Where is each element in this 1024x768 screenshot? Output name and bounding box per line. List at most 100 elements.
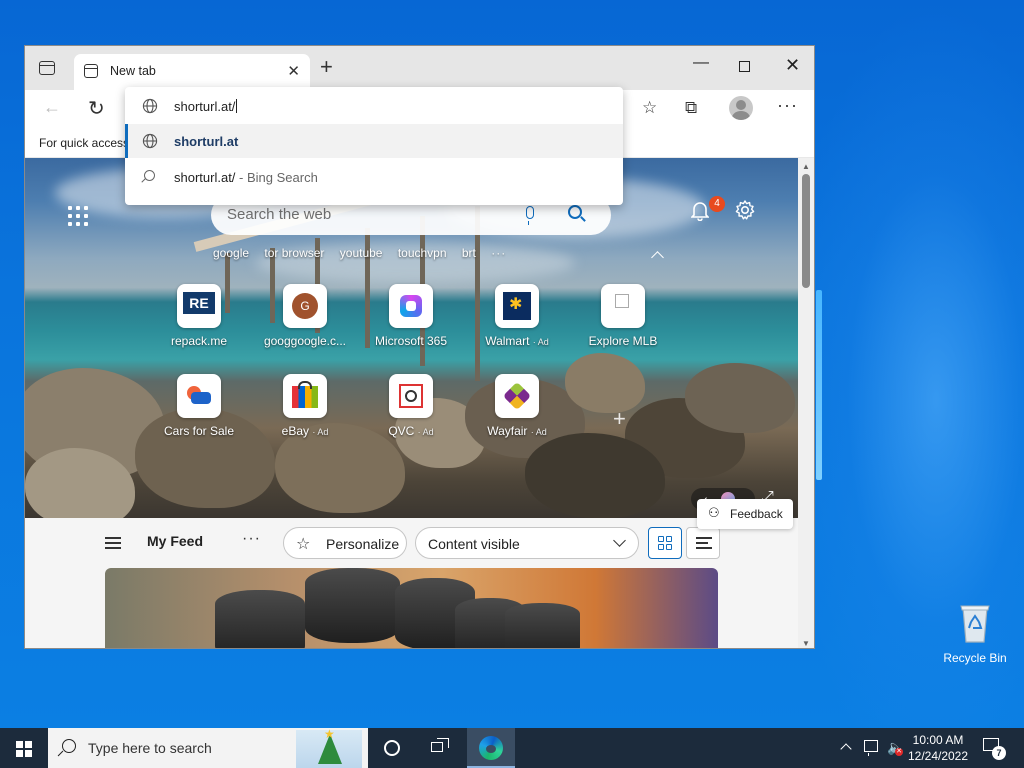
suggestion-url-text: shorturl.at: [174, 134, 239, 149]
notification-badge: 4: [709, 196, 725, 212]
suggestion-url[interactable]: shorturl.at: [125, 124, 623, 158]
tile-walmart[interactable]: ✱ Walmart · Ad: [472, 284, 562, 348]
suggestion-search-text: shorturl.at/: [174, 170, 236, 185]
feedback-button[interactable]: ⚇ Feedback: [697, 499, 793, 529]
feedback-person-icon: ⚇: [708, 505, 720, 520]
address-input[interactable]: shorturl.at/: [125, 89, 623, 123]
tile-wayfair[interactable]: Wayfair · Ad: [472, 374, 562, 438]
tab-close-icon[interactable]: ✕: [287, 62, 300, 80]
windows-start-icon[interactable]: [16, 741, 32, 757]
microsoft-365-icon: [389, 284, 433, 328]
sparkle-star-icon: ☆: [296, 536, 311, 553]
tile-label-text: Wayfair: [487, 424, 528, 438]
wallpaper-stripe: [816, 290, 822, 480]
repack-logo-text: RE: [183, 292, 215, 314]
tile-label: eBay · Ad: [260, 424, 350, 438]
tab-actions-icon[interactable]: [39, 61, 55, 75]
back-arrow-icon[interactable]: ←: [43, 97, 61, 118]
feed-more-icon[interactable]: ···: [242, 530, 261, 548]
action-center-icon[interactable]: 7: [983, 738, 1006, 760]
tile-cars-for-sale[interactable]: Cars for Sale: [154, 374, 244, 438]
personalize-label: Personalize: [326, 536, 400, 552]
suggestion-bing-search[interactable]: shorturl.at/ - Bing Search: [125, 160, 623, 194]
ad-label: · Ad: [530, 427, 547, 437]
scroll-up-icon[interactable]: ▲: [802, 162, 810, 171]
window-close-icon[interactable]: ✕: [785, 55, 800, 76]
my-feed-title[interactable]: My Feed: [147, 533, 203, 549]
tile-googgoogle[interactable]: G googgoogle.c...: [260, 284, 350, 348]
tile-label: Cars for Sale: [163, 424, 235, 438]
tile-repack-me[interactable]: RE repack.me: [154, 284, 244, 348]
feed-card-image[interactable]: [105, 568, 718, 648]
globe-icon: [142, 98, 158, 114]
bell-icon[interactable]: [691, 201, 709, 221]
tile-label-text: eBay: [281, 424, 309, 438]
refresh-icon[interactable]: ↻: [88, 96, 105, 121]
quick-link-brt[interactable]: brt: [462, 246, 476, 260]
settings-more-icon[interactable]: ···: [777, 95, 798, 116]
search-icon: [62, 739, 76, 753]
microphone-icon[interactable]: [526, 206, 534, 225]
tile-label-text: Walmart: [485, 334, 530, 348]
page-scrollbar[interactable]: ▲ ▼: [798, 158, 814, 648]
clock[interactable]: 10:00 AM 12/24/2022: [902, 732, 974, 764]
scroll-down-icon[interactable]: ▼: [802, 639, 810, 648]
quick-links-more[interactable]: ···: [491, 246, 506, 260]
action-center-count: 7: [992, 746, 1006, 760]
collections-icon[interactable]: ⧉: [685, 98, 697, 118]
suggestion-search-suffix: - Bing Search: [239, 170, 318, 185]
gear-icon[interactable]: [734, 199, 756, 221]
title-bar: New tab ✕ + — ✕: [25, 46, 814, 90]
tile-ebay[interactable]: eBay · Ad: [260, 374, 350, 438]
maximize-icon[interactable]: [739, 61, 750, 72]
chevron-down-icon: [613, 534, 626, 547]
tile-label: googgoogle.c...: [263, 334, 347, 348]
list-view-button[interactable]: [686, 527, 720, 559]
quick-link-tor-browser[interactable]: tor browser: [264, 246, 324, 260]
recycle-bin-icon: [960, 605, 990, 643]
content-visibility-value: Content visible: [428, 536, 520, 552]
new-tab-plus-icon[interactable]: +: [320, 56, 333, 78]
app-launcher-icon[interactable]: [68, 206, 88, 226]
minimize-icon[interactable]: —: [693, 54, 709, 72]
quick-links: google tor browser youtube touchvpn brt …: [213, 246, 518, 260]
content-visibility-dropdown[interactable]: Content visible: [415, 527, 639, 559]
car-icon: [177, 374, 221, 418]
quick-link-youtube[interactable]: youtube: [340, 246, 383, 260]
recycle-bin-label: Recycle Bin: [943, 651, 1007, 665]
browser-window: New tab ✕ + — ✕ ← ↻ ☆ ⧉ ··· For quick ac…: [24, 45, 815, 649]
task-view-icon[interactable]: [431, 738, 449, 756]
text-caret: [236, 99, 238, 113]
tile-label: Wayfair · Ad: [472, 424, 562, 438]
tab-new-tab[interactable]: New tab ✕: [74, 54, 310, 90]
search-icon: [144, 170, 155, 181]
tile-qvc[interactable]: QVC · Ad: [366, 374, 456, 438]
tile-explore-mlb[interactable]: Explore MLB: [578, 284, 668, 348]
globe-icon: [142, 133, 158, 149]
taskbar: Type here to search 🔈 ✕ 10:00 AM 12/24/2…: [0, 727, 1024, 768]
tile-label: repack.me: [170, 334, 228, 348]
add-site-plus-icon[interactable]: +: [613, 406, 626, 432]
quick-link-google[interactable]: google: [213, 246, 249, 260]
quick-link-touchvpn[interactable]: touchvpn: [398, 246, 447, 260]
profile-avatar-icon[interactable]: [729, 96, 753, 120]
letter-g-text: G: [292, 293, 318, 319]
cortana-icon[interactable]: [384, 740, 400, 756]
tile-label-text: QVC: [388, 424, 415, 438]
chevron-up-icon[interactable]: [840, 743, 852, 755]
christmas-tree-icon: [296, 727, 362, 768]
favorites-bar-text: For quick access: [39, 136, 130, 150]
tile-microsoft-365[interactable]: Microsoft 365: [366, 284, 456, 348]
scroll-thumb[interactable]: [802, 174, 810, 288]
recycle-bin[interactable]: Recycle Bin: [940, 600, 1010, 665]
taskbar-edge-button[interactable]: [467, 728, 515, 768]
favorites-star-icon[interactable]: ☆: [642, 98, 657, 118]
hamburger-menu-icon[interactable]: [105, 537, 121, 552]
taskbar-search-box[interactable]: Type here to search: [48, 727, 368, 768]
grid-view-button[interactable]: [648, 527, 682, 559]
chevron-up-icon[interactable]: [651, 251, 664, 264]
search-icon[interactable]: [568, 205, 582, 219]
network-icon[interactable]: [864, 740, 878, 756]
tile-label: Explore MLB: [588, 334, 658, 348]
personalize-button[interactable]: ☆ Personalize: [283, 527, 407, 559]
